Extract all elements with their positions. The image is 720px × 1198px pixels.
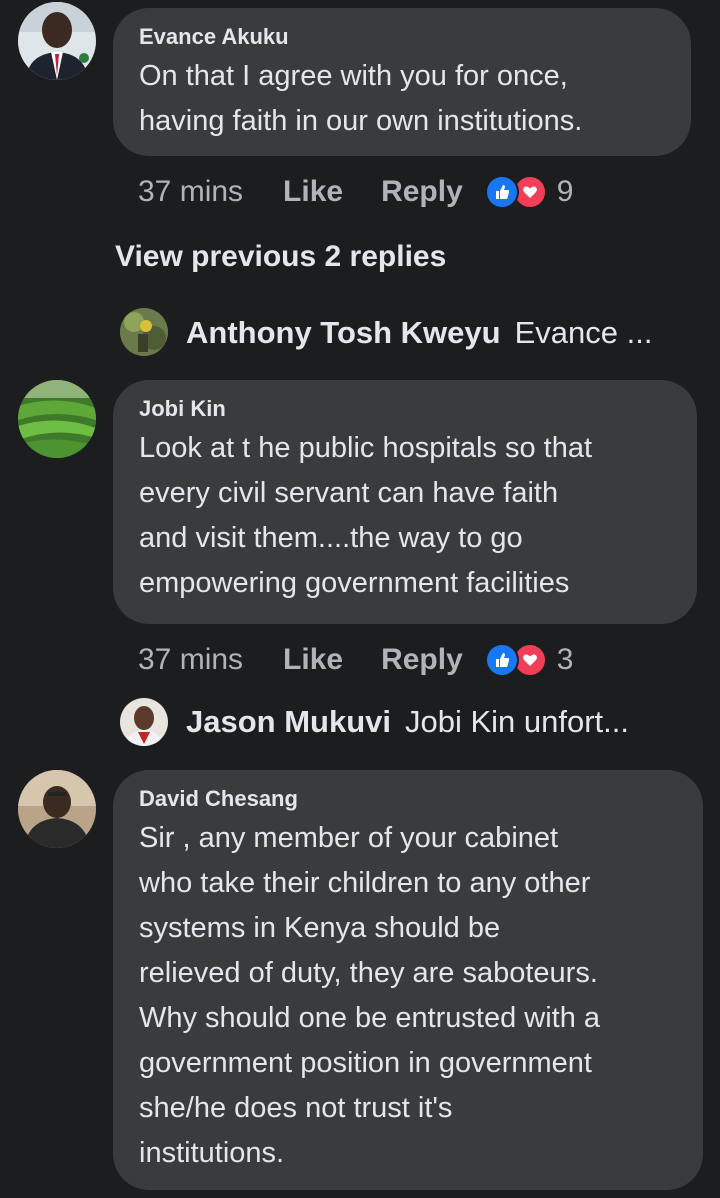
reactions-summary[interactable]: 9 (484, 175, 574, 209)
comment-text-line: Why should one be entrusted with a (139, 1002, 601, 1034)
avatar-jobi-kin[interactable] (18, 380, 96, 458)
comment-text-line: empowering government facilities (139, 567, 570, 599)
thumbs-up-icon (484, 643, 519, 677)
avatar-jason-mukuvi[interactable] (120, 698, 168, 746)
comment-author[interactable]: David Chesang (139, 786, 677, 812)
comment-text-line: Look at t he public hospitals so that (139, 432, 593, 464)
reactions-summary[interactable]: 3 (484, 643, 574, 677)
comment-text-line: relieved of duty, they are saboteurs. (139, 957, 598, 989)
comment-text-line: On that I agree with you for once, (139, 60, 568, 92)
comment-author[interactable]: Evance Akuku (139, 24, 665, 50)
comment-text-line: and visit them....the way to go (139, 522, 523, 554)
comment-actions: 37 mins Like Reply 3 (138, 640, 573, 680)
avatar-jason-image (120, 698, 168, 746)
comment-text-line: government position in government (139, 1047, 592, 1079)
comment-text-line: systems in Kenya should be (139, 912, 501, 944)
reply-preview-text: Evance ... (514, 315, 653, 350)
thumbs-up-icon (484, 175, 519, 209)
comment-text-line: having faith in our own institutions. (139, 105, 583, 137)
reply-author[interactable]: Jason Mukuvi (186, 704, 391, 740)
like-button[interactable]: Like (283, 643, 343, 677)
comment-author[interactable]: Jobi Kin (139, 396, 671, 422)
comment-bubble: David Chesang Sir , any member of your c… (113, 770, 703, 1190)
comment-text-line: she/he does not trust it's (139, 1092, 453, 1124)
comment-text-line: who take their children to any other (139, 867, 591, 899)
reply-button[interactable]: Reply (381, 643, 463, 677)
reply-preview[interactable]: Jason Mukuvi Jobi Kin unfort... (186, 698, 629, 746)
comment-bubble: Jobi Kin Look at t he public hospitals s… (113, 380, 697, 624)
avatar-jobi-kin-image (18, 380, 96, 458)
avatar-david-chesang[interactable] (18, 770, 96, 848)
comment-timestamp[interactable]: 37 mins (138, 643, 243, 677)
avatar-anthony-tosh-kweyu[interactable] (120, 308, 168, 356)
reply-preview-text: Jobi Kin unfort... (405, 704, 630, 739)
view-previous-replies-link[interactable]: View previous 2 replies (115, 240, 446, 274)
comment-actions: 37 mins Like Reply 9 (138, 172, 573, 212)
reply-author[interactable]: Anthony Tosh Kweyu (186, 315, 501, 351)
like-button[interactable]: Like (283, 175, 343, 209)
avatar-evance-akuku-image (18, 2, 96, 80)
avatar-anthony-image (120, 308, 168, 356)
comment-text-line: institutions. (139, 1137, 285, 1169)
avatar-david-chesang-image (18, 770, 96, 848)
comment-timestamp[interactable]: 37 mins (138, 175, 243, 209)
reaction-count: 9 (556, 175, 574, 208)
comment-text-line: every civil servant can have faith (139, 477, 559, 509)
comment-text-line: Sir , any member of your cabinet (139, 822, 559, 854)
reply-preview[interactable]: Anthony Tosh Kweyu Evance ... (186, 309, 652, 357)
avatar-evance-akuku[interactable] (18, 2, 96, 80)
reply-button[interactable]: Reply (381, 175, 463, 209)
reaction-count: 3 (556, 643, 574, 676)
comment-bubble: Evance Akuku On that I agree with you fo… (113, 8, 691, 156)
